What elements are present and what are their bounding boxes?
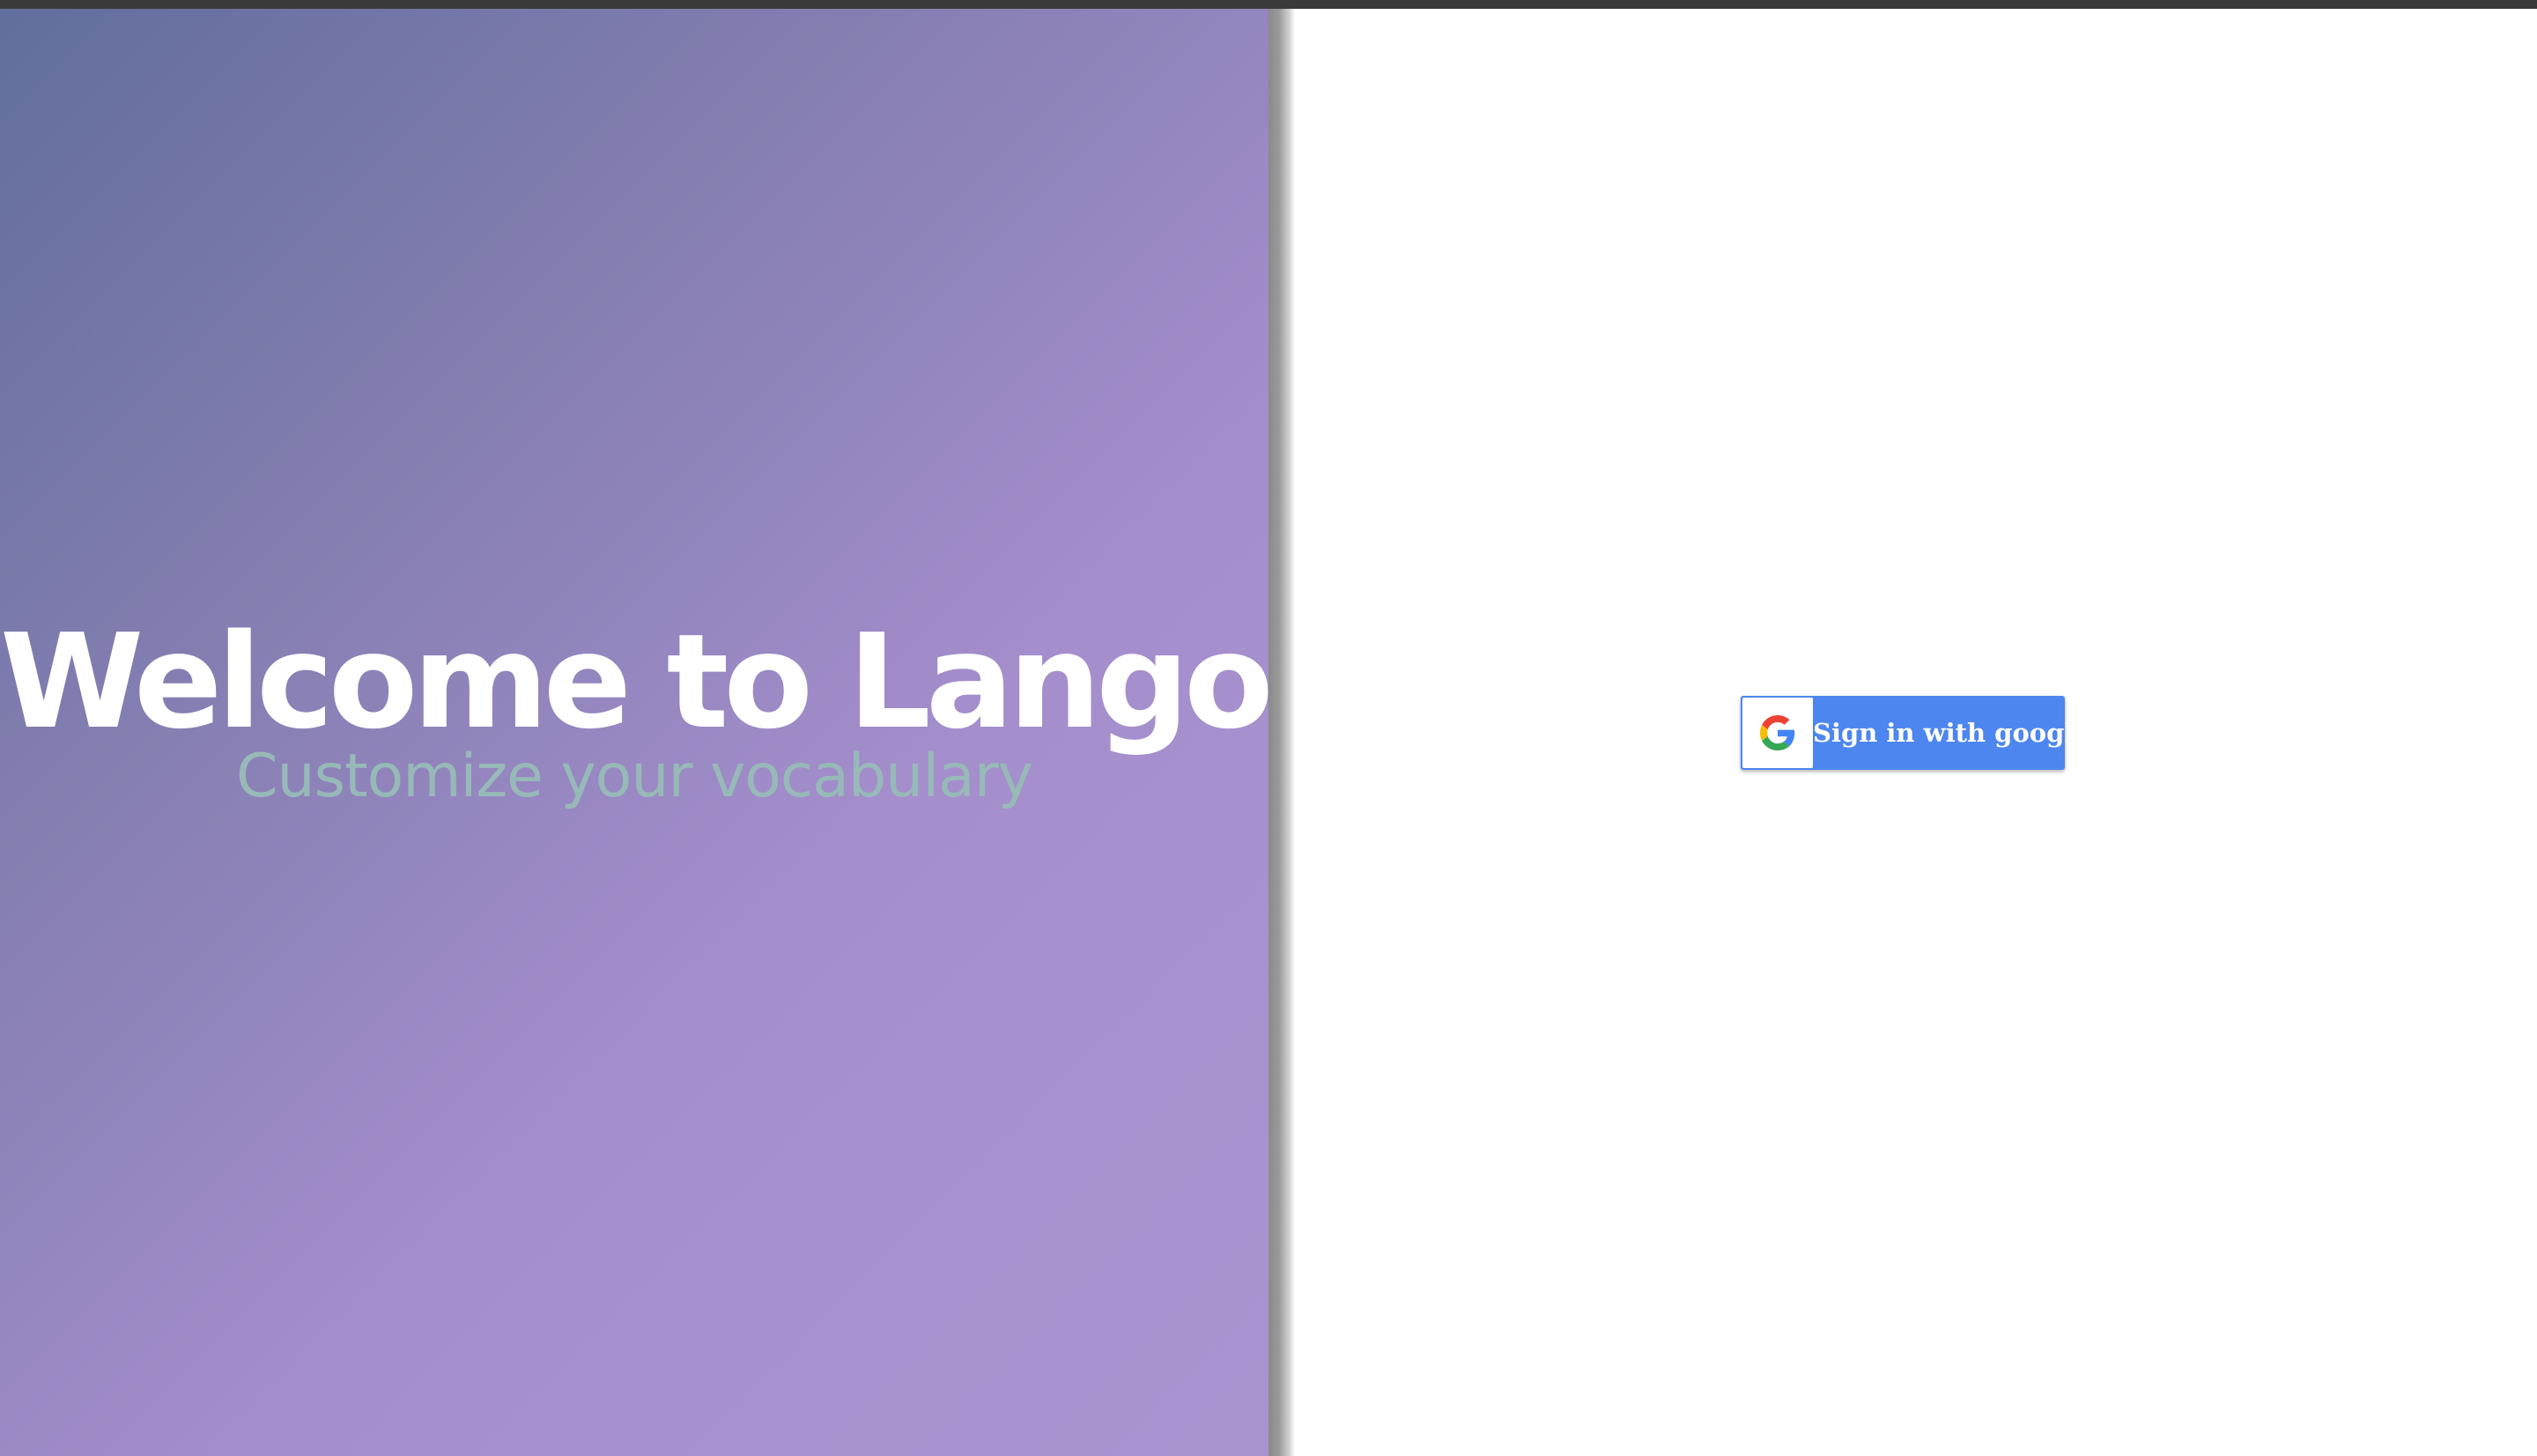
tagline: Customize your vocabulary (236, 742, 1033, 811)
panel-divider-shadow (1268, 9, 1295, 1456)
google-logo-icon (1742, 698, 1813, 768)
hero-panel: Welcome to Lango! Customize your vocabul… (0, 9, 1268, 1456)
welcome-title: Welcome to Lango! (0, 606, 1268, 758)
google-sign-in-label: Sign in with google (1813, 718, 2090, 748)
window-top-strip (0, 0, 2537, 9)
google-sign-in-button[interactable]: Sign in with google (1741, 696, 2090, 770)
